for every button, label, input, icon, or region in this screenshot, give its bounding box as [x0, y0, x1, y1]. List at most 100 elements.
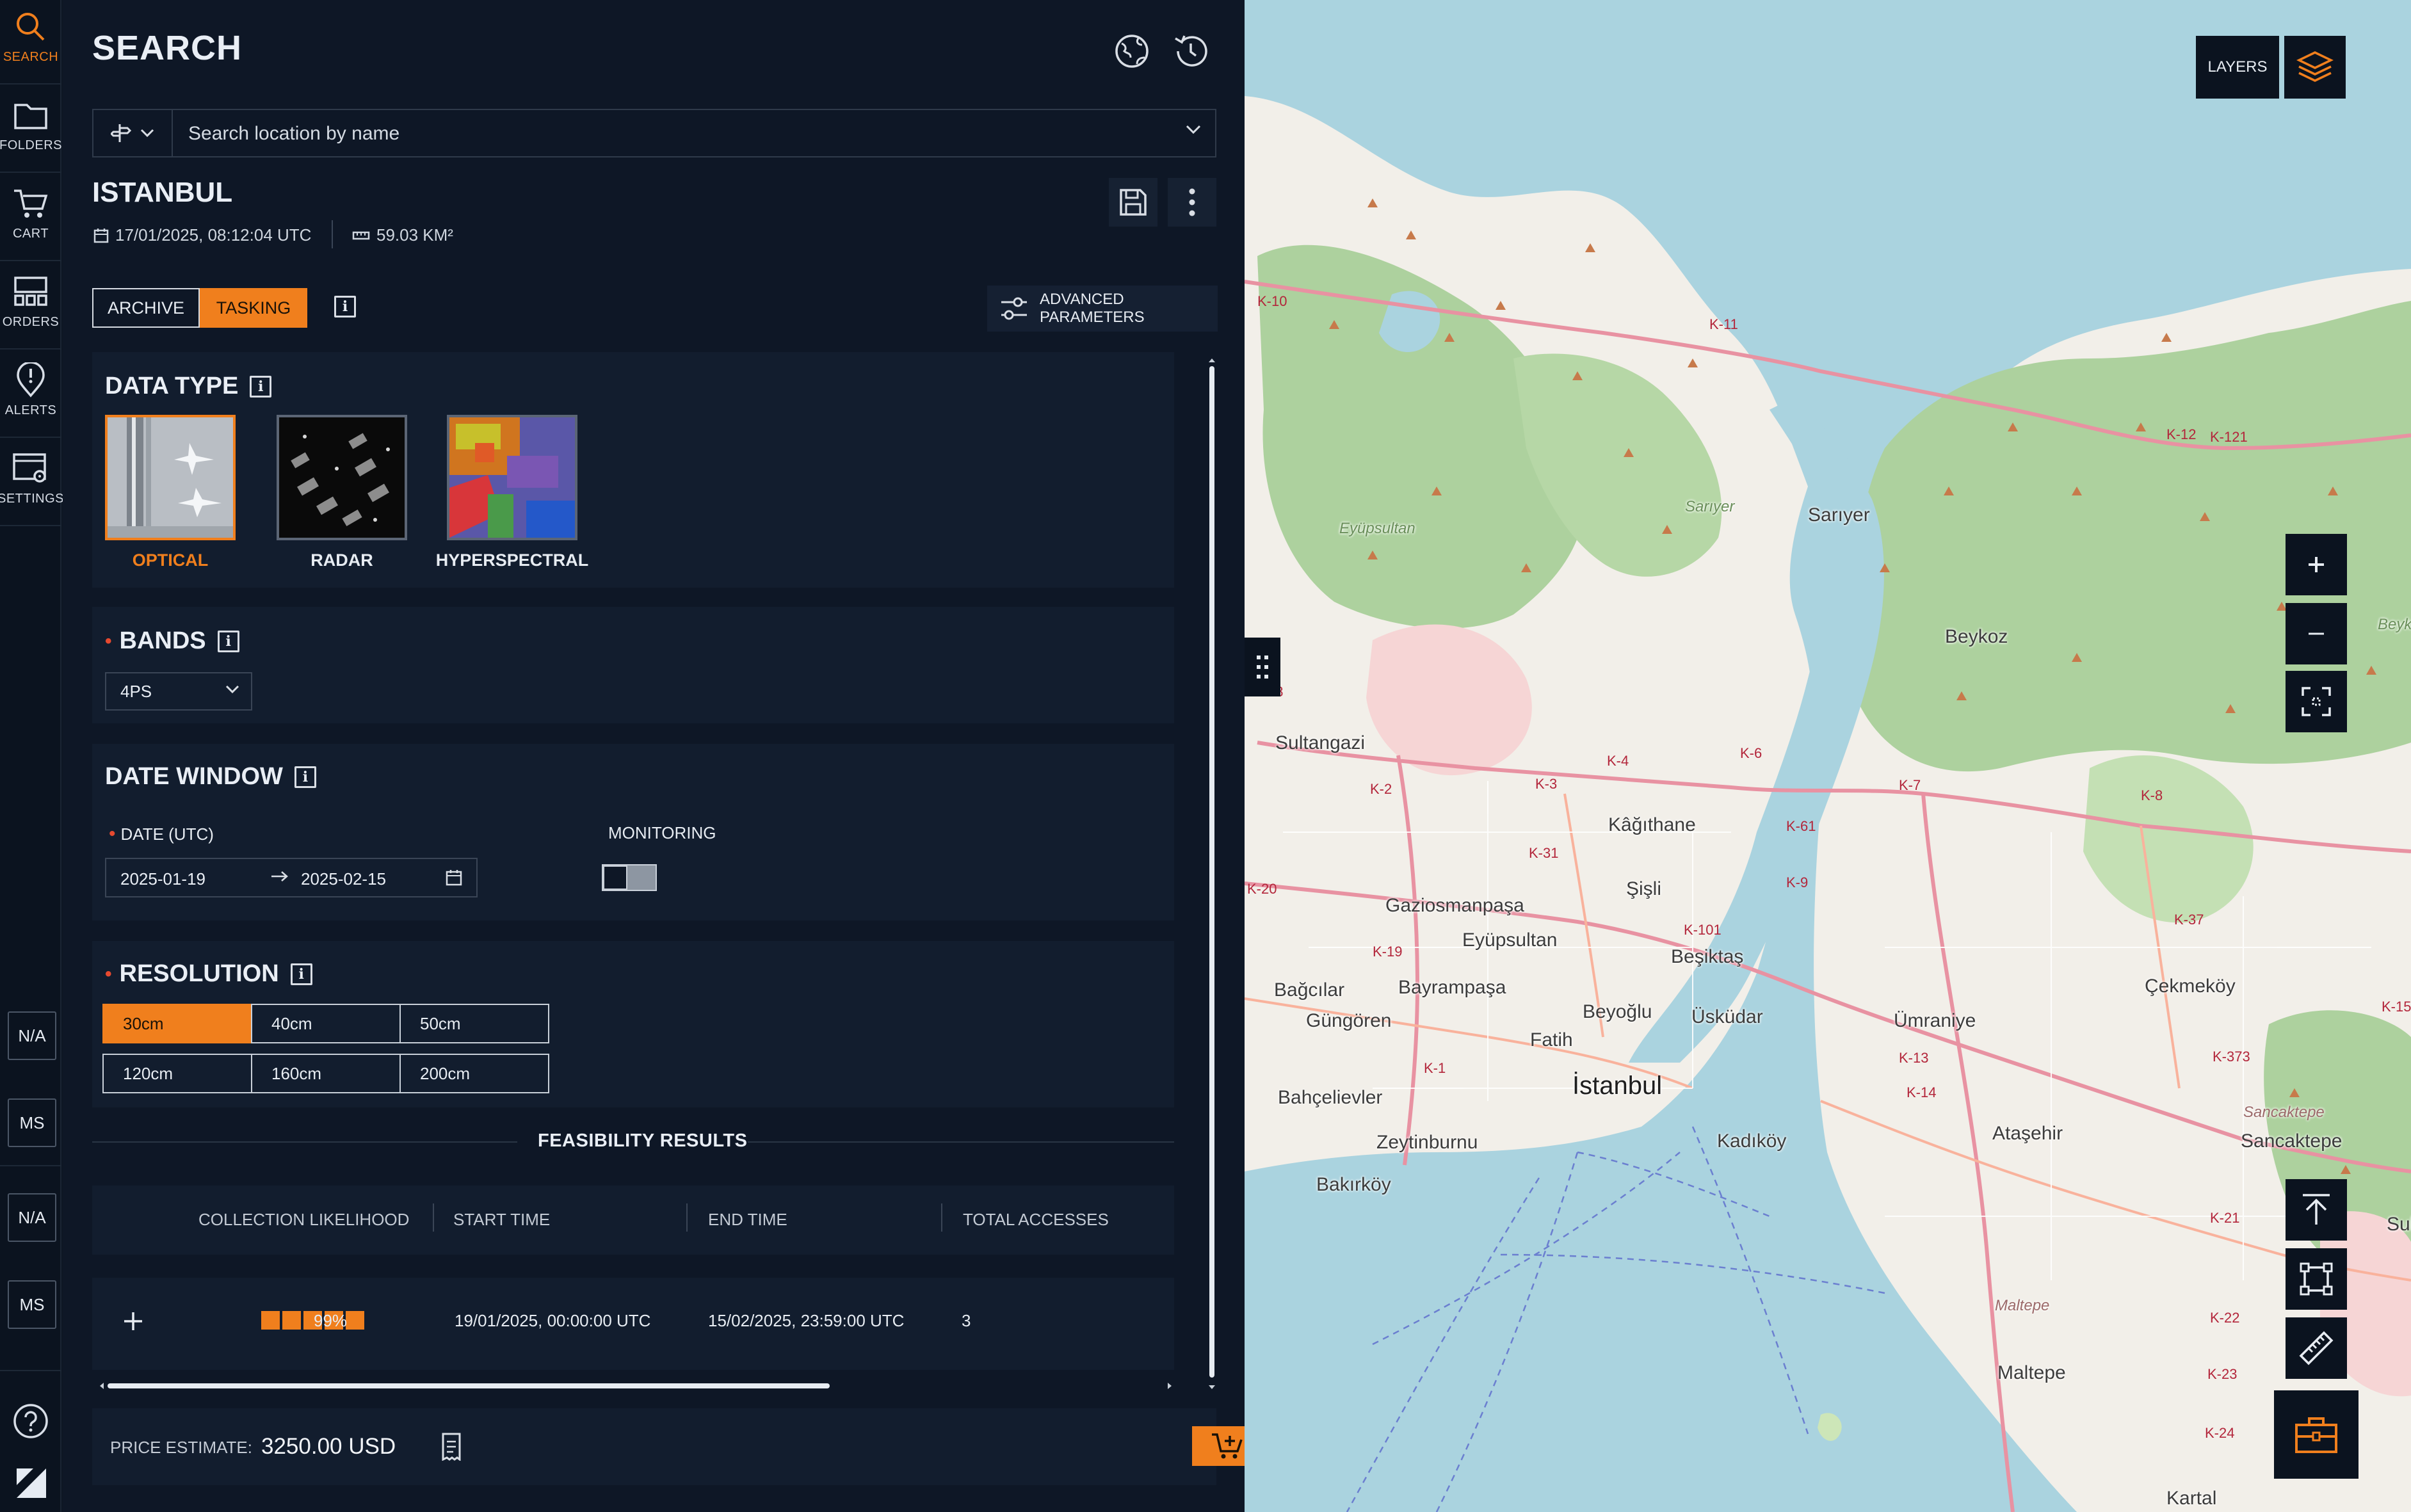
data-type-title: DATA TYPE i	[105, 373, 272, 400]
map-canvas[interactable]	[1245, 0, 2411, 1512]
feasibility-title: FEASIBILITY RESULTS	[538, 1130, 748, 1151]
drag-grip-icon	[1255, 654, 1270, 680]
history-icon[interactable]	[1170, 31, 1211, 72]
data-type-title-text: DATA TYPE	[105, 373, 239, 399]
minus-icon	[2307, 624, 2326, 643]
toolbox-button[interactable]	[2274, 1390, 2359, 1479]
data-type-optical[interactable]	[105, 415, 236, 540]
info-icon[interactable]: i	[250, 375, 272, 398]
road-label: K-19	[1373, 944, 1403, 960]
toolbox-icon	[2294, 1415, 2339, 1454]
resolution-50cm[interactable]: 50cm	[399, 1004, 549, 1043]
rail-folders[interactable]: FOLDERS	[0, 88, 61, 173]
panel-resize-handle[interactable]	[1245, 638, 1280, 696]
place-label: Maltepe	[1997, 1362, 2066, 1383]
radar-thumbnail	[279, 417, 405, 538]
resolution-200cm[interactable]: 200cm	[399, 1054, 549, 1093]
chevron-down-icon[interactable]	[1186, 124, 1201, 134]
resolution-160cm[interactable]: 160cm	[251, 1054, 401, 1093]
location-type-dropdown[interactable]	[93, 110, 173, 156]
help-icon[interactable]	[12, 1402, 50, 1440]
more-options-button[interactable]	[1168, 178, 1216, 227]
ruler-icon	[352, 230, 370, 241]
resolution-120cm[interactable]: 120cm	[102, 1054, 252, 1093]
tab-tasking[interactable]: TASKING	[200, 288, 307, 328]
rail-settings-label: SETTINGS	[0, 492, 65, 506]
rail-cart[interactable]: CART	[0, 177, 61, 261]
rail-orders-label: ORDERS	[2, 315, 60, 329]
location-search[interactable]: Search location by name	[92, 109, 1216, 157]
rail-chip-na-2[interactable]: N/A	[8, 1193, 56, 1242]
vertical-scrollbar[interactable]	[1207, 358, 1216, 1389]
map-view[interactable]: Sarıyer Beykoz Sultangazi Kâğıthane Gazi…	[1245, 0, 2411, 1512]
measure-button[interactable]	[2286, 1317, 2347, 1379]
aoi-date: 17/01/2025, 08:12:04 UTC	[93, 225, 311, 245]
calendar-icon[interactable]	[446, 869, 462, 886]
rail-chip-ms-2[interactable]: MS	[8, 1280, 56, 1329]
start-date[interactable]: 2025-01-19	[120, 869, 206, 889]
price-estimate-bar: PRICE ESTIMATE: 3250.00 USD	[92, 1408, 1216, 1485]
price-label: PRICE ESTIMATE:	[110, 1438, 252, 1457]
monitoring-toggle[interactable]	[602, 864, 657, 891]
info-icon[interactable]: i	[294, 766, 316, 788]
bands-title: • BANDS i	[105, 627, 239, 655]
upload-aoi-button[interactable]	[2286, 1179, 2347, 1241]
date-range-picker[interactable]: 2025-01-19 2025-02-15	[105, 858, 478, 897]
advanced-parameters-label: ADVANCED PARAMETERS	[1040, 291, 1145, 326]
road-label: K-3	[1535, 776, 1558, 792]
road-label: K-7	[1899, 777, 1921, 793]
layers-label-button[interactable]: LAYERS	[2196, 36, 2279, 99]
road-label: K-373	[2213, 1049, 2250, 1065]
draw-polygon-button[interactable]	[2286, 1248, 2347, 1310]
save-button[interactable]	[1109, 178, 1157, 227]
layers-button[interactable]	[2284, 36, 2346, 99]
end-date[interactable]: 2025-02-15	[301, 869, 386, 889]
data-type-radar[interactable]	[277, 415, 407, 540]
data-type-hyperspectral[interactable]	[447, 415, 577, 540]
tab-archive[interactable]: ARCHIVE	[92, 288, 200, 328]
resolution-40cm[interactable]: 40cm	[251, 1004, 401, 1043]
data-type-hyperspectral-label: HYPERSPECTRAL	[435, 551, 589, 570]
receipt-icon[interactable]	[440, 1433, 462, 1461]
place-label-italic: Sarıyer	[1685, 498, 1735, 515]
search-input[interactable]: Search location by name	[188, 123, 399, 145]
likelihood-segment	[346, 1311, 364, 1330]
rail-settings[interactable]: SETTINGS	[0, 442, 65, 526]
globe-icon[interactable]	[1111, 31, 1152, 72]
rail-orders[interactable]: ORDERS	[0, 265, 61, 350]
bands-select[interactable]: 4PS	[105, 672, 252, 711]
fit-bounds-button[interactable]	[2286, 671, 2347, 732]
rail-alerts[interactable]: ALERTS	[0, 353, 61, 438]
required-marker: •	[109, 823, 116, 844]
expand-row-icon[interactable]	[122, 1310, 145, 1333]
info-icon[interactable]: i	[334, 296, 356, 318]
date-utc-label: • DATE (UTC)	[109, 823, 214, 845]
road-label: K-22	[2210, 1310, 2240, 1326]
road-label: K-31	[1529, 845, 1559, 861]
upload-icon	[2300, 1193, 2332, 1227]
col-divider	[686, 1203, 688, 1232]
road-label: K-1	[1424, 1060, 1446, 1076]
info-icon[interactable]: i	[290, 963, 312, 985]
rail-chip-ms-1[interactable]: MS	[8, 1098, 56, 1147]
optical-thumbnail	[108, 417, 233, 538]
info-icon[interactable]: i	[217, 630, 239, 652]
advanced-parameters-button[interactable]: ADVANCED PARAMETERS	[987, 286, 1218, 332]
rail-cart-label: CART	[12, 227, 49, 241]
place-label: Bayrampaşa	[1398, 977, 1506, 998]
rail-search[interactable]: SEARCH	[0, 0, 61, 84]
horizontal-scrollbar[interactable]	[99, 1381, 1173, 1390]
zoom-in-button[interactable]	[2286, 534, 2347, 595]
place-label-italic: Maltepe	[1995, 1297, 2050, 1314]
road-label: K-21	[2210, 1210, 2240, 1226]
save-icon	[1117, 186, 1149, 218]
col-collection-likelihood: COLLECTION LIKELIHOOD	[198, 1210, 410, 1229]
place-label-italic: Eyüpsultan	[1339, 520, 1415, 537]
resolution-30cm[interactable]: 30cm	[102, 1004, 252, 1043]
orders-icon	[12, 274, 50, 310]
rail-chip-na-1[interactable]: N/A	[8, 1011, 56, 1060]
road-label: K-8	[2141, 787, 2163, 803]
zoom-out-button[interactable]	[2286, 603, 2347, 664]
meta-divider	[332, 220, 333, 248]
place-label: Üsküdar	[1691, 1006, 1763, 1027]
